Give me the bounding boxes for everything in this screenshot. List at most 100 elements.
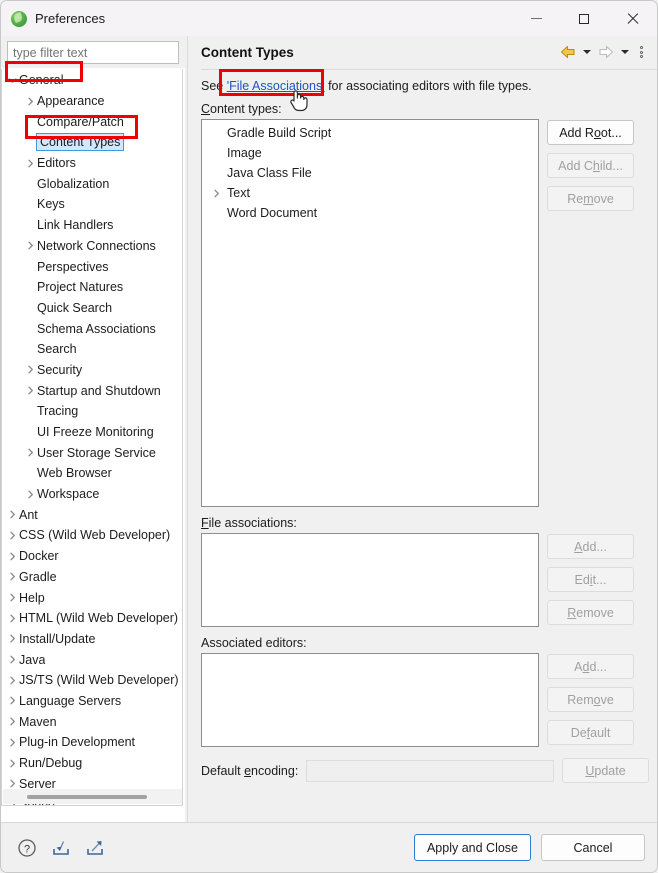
forward-button[interactable] bbox=[596, 43, 616, 61]
content-types-remove-button[interactable]: Re m ove bbox=[547, 186, 634, 211]
file-associations-add-button[interactable]: Add... bbox=[547, 534, 634, 559]
expand-arrow-closed[interactable] bbox=[6, 614, 19, 623]
sidebar-item-js-ts-wild-web-developer[interactable]: JS/TS (Wild Web Developer) bbox=[2, 670, 182, 691]
expand-arrow-closed[interactable] bbox=[6, 676, 19, 685]
expand-arrow-closed[interactable] bbox=[210, 189, 223, 198]
tree-horizontal-scrollbar[interactable] bbox=[3, 789, 182, 804]
file-associations-edit-button[interactable]: Ed i t... bbox=[547, 567, 634, 592]
sidebar-item-ant[interactable]: Ant bbox=[2, 504, 182, 525]
sidebar-item-label: Network Connections bbox=[37, 238, 156, 253]
sidebar-item-ui-freeze-monitoring[interactable]: UI Freeze Monitoring bbox=[2, 422, 182, 443]
associated-editors-remove-button[interactable]: Rem o ve bbox=[547, 687, 634, 712]
sidebar-item-editors[interactable]: Editors bbox=[2, 153, 182, 174]
sidebar-item-startup-and-shutdown[interactable]: Startup and Shutdown bbox=[2, 380, 182, 401]
close-button[interactable] bbox=[607, 1, 657, 36]
sidebar-item-user-storage-service[interactable]: User Storage Service bbox=[2, 442, 182, 463]
forward-history-dropdown[interactable] bbox=[618, 43, 632, 61]
content-type-item[interactable]: Text bbox=[202, 183, 538, 203]
expand-arrow-closed[interactable] bbox=[6, 738, 19, 747]
sidebar-item-html-wild-web-developer[interactable]: HTML (Wild Web Developer) bbox=[2, 608, 182, 629]
expand-arrow-closed[interactable] bbox=[6, 572, 19, 581]
sidebar-item-gradle[interactable]: Gradle bbox=[2, 567, 182, 588]
expand-arrow-closed[interactable] bbox=[6, 531, 19, 540]
sidebar-item-plug-in-development[interactable]: Plug-in Development bbox=[2, 732, 182, 753]
maximize-button[interactable] bbox=[560, 1, 607, 36]
expand-arrow-closed[interactable] bbox=[6, 779, 19, 788]
default-encoding-input[interactable] bbox=[306, 759, 554, 782]
sidebar-item-run-debug[interactable]: Run/Debug bbox=[2, 753, 182, 774]
sidebar-item-schema-associations[interactable]: Schema Associations bbox=[2, 318, 182, 339]
sidebar-item-language-servers[interactable]: Language Servers bbox=[2, 691, 182, 712]
sidebar-item-label: Plug-in Development bbox=[19, 735, 136, 750]
page-menu-button[interactable] bbox=[634, 43, 648, 61]
sidebar-item-compare-patch[interactable]: Compare/Patch bbox=[2, 111, 182, 132]
button-label-post: ve bbox=[600, 692, 614, 707]
sidebar-item-general[interactable]: General bbox=[2, 70, 182, 91]
associated-editors-add-button[interactable]: Ad d... bbox=[547, 654, 634, 679]
expand-arrow-closed[interactable] bbox=[6, 552, 19, 561]
expand-arrow-closed[interactable] bbox=[6, 696, 19, 705]
sidebar-item-java[interactable]: Java bbox=[2, 649, 182, 670]
sidebar-item-label: Editors bbox=[37, 156, 76, 171]
tree-scrollbar-thumb[interactable] bbox=[27, 794, 147, 799]
content-type-item[interactable]: Gradle Build Script bbox=[202, 123, 538, 143]
cancel-button[interactable]: Cancel bbox=[541, 834, 645, 861]
sidebar-item-project-natures[interactable]: Project Natures bbox=[2, 277, 182, 298]
expand-arrow-closed[interactable] bbox=[24, 365, 37, 374]
sidebar-item-perspectives[interactable]: Perspectives bbox=[2, 256, 182, 277]
expand-arrow-closed[interactable] bbox=[24, 490, 37, 499]
back-history-dropdown[interactable] bbox=[580, 43, 594, 61]
content-type-item[interactable]: Word Document bbox=[202, 203, 538, 223]
expand-arrow-closed[interactable] bbox=[24, 97, 37, 106]
search-input[interactable] bbox=[7, 41, 179, 64]
sidebar-item-docker[interactable]: Docker bbox=[2, 546, 182, 567]
expand-arrow-closed[interactable] bbox=[6, 593, 19, 602]
sidebar-item-search[interactable]: Search bbox=[2, 339, 182, 360]
expand-arrow-closed[interactable] bbox=[6, 510, 19, 519]
expand-arrow-closed[interactable] bbox=[6, 634, 19, 643]
sidebar-item-keys[interactable]: Keys bbox=[2, 194, 182, 215]
content-types-add-root-button[interactable]: Add Ro ot... bbox=[547, 120, 634, 145]
back-button[interactable] bbox=[558, 43, 578, 61]
sidebar-item-web-browser[interactable]: Web Browser bbox=[2, 463, 182, 484]
sidebar-item-workspace[interactable]: Workspace bbox=[2, 484, 182, 505]
button-label-pre: De bbox=[570, 725, 587, 740]
expand-arrow-closed[interactable] bbox=[24, 159, 37, 168]
sidebar-item-security[interactable]: Security bbox=[2, 360, 182, 381]
content-type-item[interactable]: Image bbox=[202, 143, 538, 163]
sidebar-item-install-update[interactable]: Install/Update bbox=[2, 629, 182, 650]
file-associations-list[interactable] bbox=[201, 533, 539, 627]
expand-arrow-open[interactable] bbox=[6, 76, 19, 85]
sidebar-item-network-connections[interactable]: Network Connections bbox=[2, 236, 182, 257]
export-preferences-button[interactable] bbox=[83, 836, 107, 860]
associated-editors-default-button[interactable]: De f ault bbox=[547, 720, 634, 745]
sidebar-item-help[interactable]: Help bbox=[2, 587, 182, 608]
expand-arrow-closed[interactable] bbox=[6, 655, 19, 664]
sidebar-item-css-wild-web-developer[interactable]: CSS (Wild Web Developer) bbox=[2, 525, 182, 546]
associated-editors-list[interactable] bbox=[201, 653, 539, 747]
sidebar-item-content-types[interactable]: Content Types bbox=[2, 132, 182, 153]
sidebar-item-link-handlers[interactable]: Link Handlers bbox=[2, 215, 182, 236]
minimize-button[interactable] bbox=[513, 1, 560, 36]
help-button[interactable]: ? bbox=[15, 836, 39, 860]
apply-and-close-button[interactable]: Apply and Close bbox=[413, 834, 531, 861]
expand-arrow-closed[interactable] bbox=[24, 386, 37, 395]
sidebar-item-quick-search[interactable]: Quick Search bbox=[2, 298, 182, 319]
expand-arrow-closed[interactable] bbox=[24, 241, 37, 250]
content-type-item[interactable]: Java Class File bbox=[202, 163, 538, 183]
import-preferences-button[interactable] bbox=[49, 836, 73, 860]
button-label-pre: Rem bbox=[567, 692, 594, 707]
file-associations-remove-button[interactable]: Remove bbox=[547, 600, 634, 625]
sidebar-item-globalization[interactable]: Globalization bbox=[2, 173, 182, 194]
content-types-add-child-button[interactable]: Add Ch ild... bbox=[547, 153, 634, 178]
expand-arrow-closed[interactable] bbox=[6, 759, 19, 768]
file-associations-link[interactable]: 'File Associations' bbox=[227, 79, 325, 93]
expand-arrow-closed[interactable] bbox=[24, 448, 37, 457]
update-encoding-button[interactable]: Update bbox=[562, 758, 649, 783]
sidebar-item-tracing[interactable]: Tracing bbox=[2, 401, 182, 422]
sidebar-item-appearance[interactable]: Appearance bbox=[2, 91, 182, 112]
sidebar-item-maven[interactable]: Maven bbox=[2, 711, 182, 732]
expand-arrow-closed[interactable] bbox=[6, 717, 19, 726]
content-types-list[interactable]: Gradle Build Script Image Java Class File T… bbox=[201, 119, 539, 507]
preferences-tree[interactable]: General Appearance Compare/Patch Content Ty… bbox=[1, 69, 183, 806]
